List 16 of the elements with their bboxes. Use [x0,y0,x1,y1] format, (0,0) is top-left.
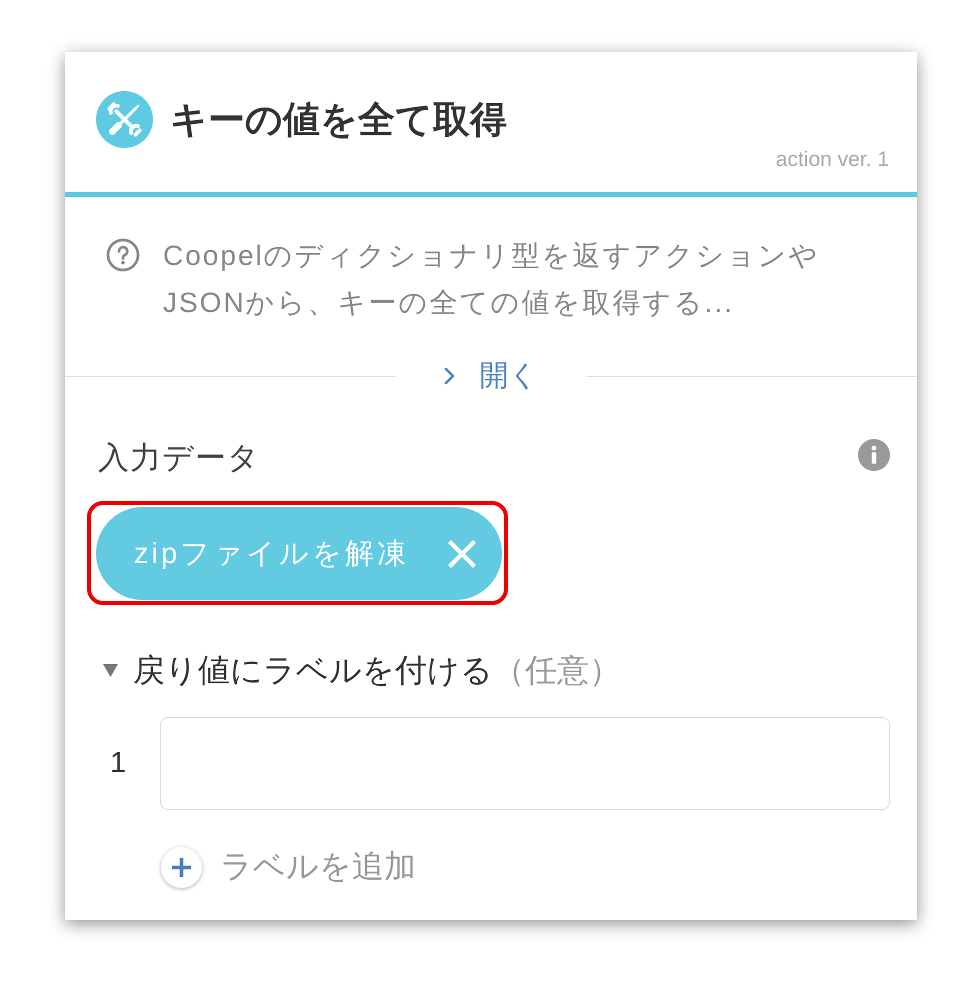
close-icon[interactable] [447,538,478,568]
row-number: 1 [110,747,128,780]
add-label-button[interactable]: ラベルを追加 [160,845,416,889]
section-title: 戻り値にラベルを付ける [133,651,493,690]
tools-icon [96,91,153,148]
info-icon[interactable] [858,439,890,471]
description-text: Coopelのディクショナリ型を返すアクションやJSONから、キーの全ての値を取得する... [163,239,821,320]
help-icon [106,238,140,272]
section-label: 入力データ [98,439,260,477]
optional-note: （任意） [493,651,621,690]
chip-label: zipファイルを解凍 [134,536,410,572]
label-input-field[interactable] [160,717,890,810]
action-title: キーの値を全て取得 [170,98,507,142]
version-label: action ver. 1 [776,148,889,172]
caret-down-icon[interactable] [103,664,118,676]
chevron-right-icon [444,366,456,386]
